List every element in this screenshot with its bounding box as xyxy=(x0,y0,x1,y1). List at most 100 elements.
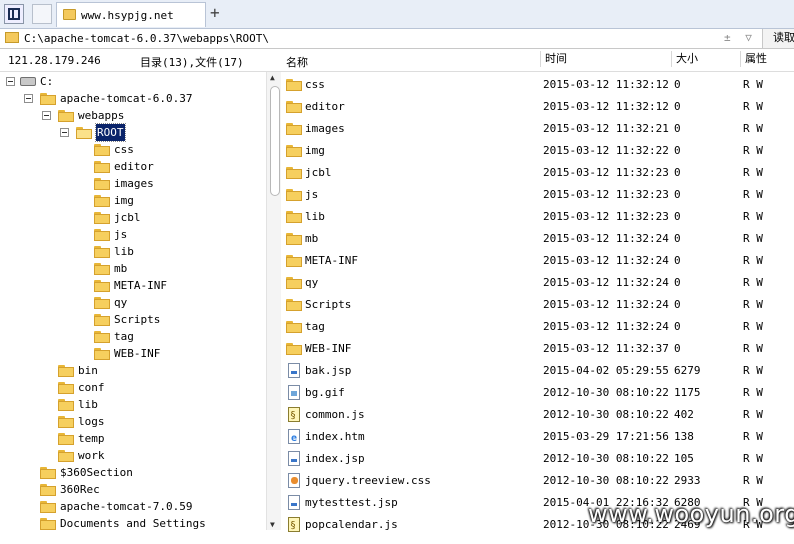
tree-node[interactable]: ROOT xyxy=(0,123,266,142)
file-row[interactable]: mb 2015-03-12 11:32:24 0 R W xyxy=(280,228,794,250)
folder-body-part xyxy=(286,345,302,355)
folder-icon xyxy=(94,297,110,309)
file-row[interactable]: index.jsp 2012-10-30 08:10:22 105 R W xyxy=(280,448,794,470)
path-input[interactable]: C:\apache-tomcat-6.0.37\webapps\ROOT\ xyxy=(24,32,269,45)
gif-file-icon xyxy=(288,385,300,400)
css-file-icon xyxy=(288,473,300,488)
folder-icon xyxy=(94,246,110,258)
folder-body-part xyxy=(40,520,56,530)
tree-node[interactable]: C: xyxy=(0,73,266,90)
tree-node-label: lib xyxy=(78,398,98,411)
tree-node[interactable]: lib xyxy=(0,396,266,413)
tree-node[interactable]: images xyxy=(0,175,266,192)
file-row[interactable]: META-INF 2015-03-12 11:32:24 0 R W xyxy=(280,250,794,272)
file-row[interactable]: css 2015-03-12 11:32:12 0 R W xyxy=(280,74,794,96)
folder-body-part xyxy=(286,213,302,223)
tree-node[interactable]: lib xyxy=(0,243,266,260)
folder-icon xyxy=(286,233,302,246)
file-row[interactable]: index.htm 2015-03-29 17:21:56 138 R W xyxy=(280,426,794,450)
file-attr: R W xyxy=(743,342,763,355)
tree-node[interactable]: css xyxy=(0,141,266,158)
tree-node[interactable]: tag xyxy=(0,328,266,345)
file-attr: R W xyxy=(743,364,763,377)
column-header-attr[interactable]: 属性 xyxy=(740,51,767,67)
tree-node-label: mb xyxy=(114,262,128,275)
tree-node[interactable]: Scripts xyxy=(0,311,266,328)
tree-node[interactable]: logs xyxy=(0,413,266,430)
tree-node[interactable]: conf xyxy=(0,379,266,396)
file-row[interactable]: bg.gif 2012-10-30 08:10:22 1175 R W xyxy=(280,382,794,404)
file-time: 2015-03-12 11:32:24 xyxy=(543,298,669,311)
folder-body-part xyxy=(58,112,74,122)
tree-node[interactable]: 360Rec xyxy=(0,481,266,498)
tree-node[interactable]: temp xyxy=(0,430,266,447)
tree-node[interactable]: mb xyxy=(0,260,266,277)
file-time: 2015-03-12 11:32:23 xyxy=(543,188,669,201)
tree-node[interactable]: bin xyxy=(0,362,266,379)
file-name: index.htm xyxy=(305,430,365,443)
tree-node[interactable]: qy xyxy=(0,294,266,311)
folder-icon xyxy=(94,144,110,156)
tab-active[interactable]: www.hsypjg.net xyxy=(56,2,206,27)
collapse-icon[interactable] xyxy=(60,128,69,137)
tree-node[interactable]: work xyxy=(0,447,266,464)
folder-body-part xyxy=(94,265,110,275)
file-row[interactable]: tag 2015-03-12 11:32:24 0 R W xyxy=(280,316,794,338)
file-size: 0 xyxy=(674,78,681,91)
path-dropdown-icon[interactable]: ± ▽ xyxy=(724,31,756,44)
tree-node[interactable]: webapps xyxy=(0,107,266,124)
column-header-time[interactable]: 时间 xyxy=(540,51,567,67)
folder-icon xyxy=(286,277,302,290)
file-size: 0 xyxy=(674,232,681,245)
collapse-icon[interactable] xyxy=(6,77,15,86)
collapse-icon[interactable] xyxy=(42,111,51,120)
tree-node[interactable]: js xyxy=(0,226,266,243)
tree-node[interactable]: $360Section xyxy=(0,464,266,481)
column-header-size[interactable]: 大小 xyxy=(671,51,698,67)
column-header-name[interactable]: 名称 xyxy=(286,54,308,70)
file-row[interactable]: js 2015-03-12 11:32:23 0 R W xyxy=(280,184,794,206)
file-row[interactable]: images 2015-03-12 11:32:21 0 R W xyxy=(280,118,794,140)
file-row[interactable]: img 2015-03-12 11:32:22 0 R W xyxy=(280,140,794,162)
tree-node[interactable]: img xyxy=(0,192,266,209)
tree-node[interactable]: META-INF xyxy=(0,277,266,294)
file-row[interactable]: common.js 2012-10-30 08:10:22 402 R W xyxy=(280,404,794,427)
js-file-icon xyxy=(288,405,300,427)
file-row[interactable]: jquery.treeview.css 2012-10-30 08:10:22 29… xyxy=(280,470,794,492)
file-row[interactable]: bak.jsp 2015-04-02 05:29:55 6279 R W xyxy=(280,360,794,382)
panel-toggle-button[interactable] xyxy=(4,4,24,24)
tree-node-label: tag xyxy=(114,330,134,343)
file-row[interactable]: jcbl 2015-03-12 11:32:23 0 R W xyxy=(280,162,794,184)
tree-node[interactable]: apache-tomcat-7.0.59 xyxy=(0,498,266,515)
blank-tab-button[interactable] xyxy=(32,4,52,24)
file-time: 2012-10-30 08:10:22 xyxy=(543,452,669,465)
tree-scrollbar[interactable]: ▲ ▼ xyxy=(266,72,281,530)
tree-node-label: 360Rec xyxy=(60,483,100,496)
scroll-down-icon[interactable]: ▼ xyxy=(270,520,275,529)
file-row[interactable]: Scripts 2015-03-12 11:32:24 0 R W xyxy=(280,294,794,316)
collapse-icon[interactable] xyxy=(24,94,33,103)
folder-icon xyxy=(286,321,302,334)
new-tab-button[interactable]: + xyxy=(210,5,220,21)
tree-node[interactable]: apache-tomcat-6.0.37 xyxy=(0,90,266,107)
tree-node[interactable]: editor xyxy=(0,158,266,175)
file-size: 402 xyxy=(674,408,694,421)
folder-icon xyxy=(63,9,76,20)
file-size: 1175 xyxy=(674,386,701,399)
file-name: editor xyxy=(305,100,345,113)
scroll-thumb[interactable] xyxy=(270,86,280,196)
file-row[interactable]: editor 2015-03-12 11:32:12 0 R W xyxy=(280,96,794,118)
file-row[interactable]: WEB-INF 2015-03-12 11:32:37 0 R W xyxy=(280,338,794,360)
tree-node-label: webapps xyxy=(78,109,125,122)
tree-node[interactable]: WEB-INF xyxy=(0,345,266,362)
folder-body-part xyxy=(94,248,110,258)
panel-icon xyxy=(8,8,20,20)
tree-node-label: Documents and Settings xyxy=(60,517,206,530)
tree-node[interactable]: Documents and Settings xyxy=(0,515,266,532)
read-button[interactable]: 读取 xyxy=(762,29,794,48)
tree-node[interactable]: jcbl xyxy=(0,209,266,226)
file-row[interactable]: qy 2015-03-12 11:32:24 0 R W xyxy=(280,272,794,294)
scroll-up-icon[interactable]: ▲ xyxy=(270,73,275,82)
folder-body-part xyxy=(286,81,302,91)
file-row[interactable]: lib 2015-03-12 11:32:23 0 R W xyxy=(280,206,794,228)
